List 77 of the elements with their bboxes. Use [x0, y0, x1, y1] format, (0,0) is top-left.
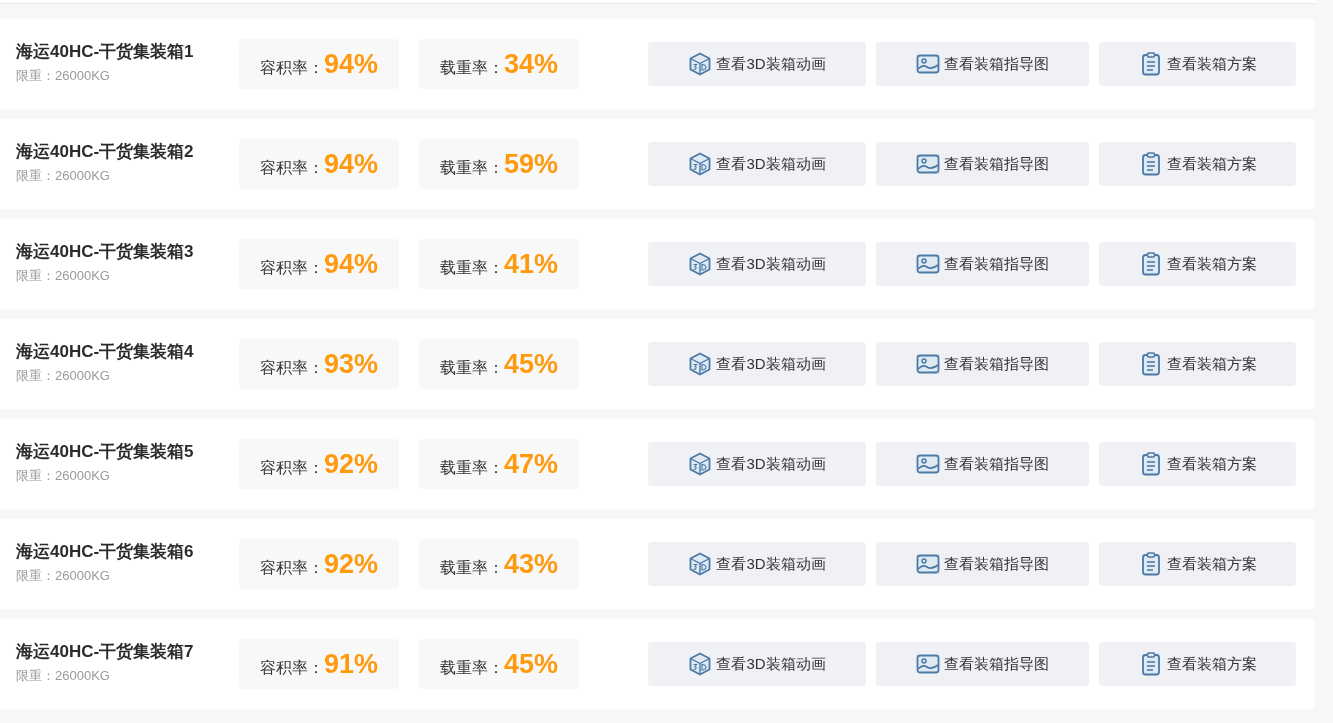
action-button[interactable]: 查看3D装箱动画 — [648, 142, 866, 186]
action-button[interactable]: 查看装箱指导图 — [876, 342, 1089, 386]
action-button[interactable]: 查看装箱指导图 — [876, 242, 1089, 286]
image-icon — [916, 52, 940, 76]
rate-label: 容积率： — [259, 158, 324, 178]
container-title: 海运40HC-干货集装箱3 — [16, 240, 194, 263]
container-title: 海运40HC-干货集装箱5 — [16, 440, 194, 463]
action-button[interactable]: 查看装箱指导图 — [876, 142, 1089, 186]
rate-label: 容积率： — [259, 458, 324, 478]
rate-label: 载重率： — [439, 58, 504, 78]
weight-limit: 限重：26000KG — [16, 466, 110, 485]
rate-value: 59% — [503, 149, 558, 180]
action-button[interactable]: 查看装箱方案 — [1099, 242, 1296, 286]
rate-value: 94% — [323, 249, 378, 280]
action-button[interactable]: 查看装箱方案 — [1099, 542, 1296, 586]
cube-icon — [688, 552, 713, 576]
action-button[interactable]: 查看3D装箱动画 — [648, 242, 866, 286]
rate-label: 载重率： — [439, 558, 504, 578]
rate-value: 94% — [323, 49, 378, 80]
rate-label: 容积率： — [259, 58, 324, 78]
action-button[interactable]: 查看装箱方案 — [1099, 442, 1296, 486]
rate-label: 容积率： — [259, 258, 324, 278]
action-button[interactable]: 查看装箱指导图 — [876, 442, 1089, 486]
image-icon — [916, 152, 940, 176]
cube-icon — [688, 252, 713, 276]
weight-limit: 限重：26000KG — [16, 366, 110, 385]
weight-limit: 限重：26000KG — [16, 666, 110, 685]
rate-label: 容积率： — [259, 358, 324, 378]
container-title: 海运40HC-干货集装箱6 — [16, 540, 194, 563]
action-button[interactable]: 查看装箱指导图 — [876, 642, 1089, 686]
rate-value: 92% — [323, 449, 378, 480]
rate-value: 92% — [323, 549, 378, 580]
action-button[interactable]: 查看装箱方案 — [1099, 142, 1296, 186]
rate-value: 93% — [323, 349, 378, 380]
cube-icon — [688, 452, 713, 476]
rate-label: 载重率： — [439, 658, 504, 678]
image-icon — [916, 252, 940, 276]
cube-icon — [688, 352, 713, 376]
rate-value: 45% — [503, 349, 558, 380]
action-button[interactable]: 查看3D装箱动画 — [648, 342, 866, 386]
rate-value: 91% — [323, 649, 378, 680]
weight-limit: 限重：26000KG — [16, 566, 110, 585]
action-button[interactable]: 查看3D装箱动画 — [648, 42, 866, 86]
container-title: 海运40HC-干货集装箱7 — [16, 640, 194, 663]
rate-label: 载重率： — [439, 358, 504, 378]
weight-limit: 限重：26000KG — [16, 166, 110, 185]
image-icon — [916, 652, 940, 676]
rate-value: 41% — [503, 249, 558, 280]
cube-icon — [688, 152, 713, 176]
action-button[interactable]: 查看装箱方案 — [1099, 342, 1296, 386]
rate-value: 94% — [323, 149, 378, 180]
action-button[interactable]: 查看3D装箱动画 — [648, 642, 866, 686]
container-title: 海运40HC-干货集装箱1 — [16, 40, 194, 63]
action-button[interactable]: 查看装箱指导图 — [876, 42, 1089, 86]
rate-value: 43% — [503, 549, 558, 580]
rate-label: 载重率： — [439, 458, 504, 478]
image-icon — [916, 452, 940, 476]
rate-label: 容积率： — [259, 658, 324, 678]
weight-limit: 限重：26000KG — [16, 266, 110, 285]
rate-value: 34% — [503, 49, 558, 80]
weight-limit: 限重：26000KG — [16, 66, 110, 85]
image-icon — [916, 352, 940, 376]
image-icon — [916, 552, 940, 576]
rate-label: 容积率： — [259, 558, 324, 578]
rate-value: 45% — [503, 649, 558, 680]
action-button[interactable]: 查看装箱指导图 — [876, 542, 1089, 586]
container-title: 海运40HC-干货集装箱4 — [16, 340, 194, 363]
rate-label: 载重率： — [439, 158, 504, 178]
rate-label: 载重率： — [439, 258, 504, 278]
rate-value: 47% — [503, 449, 558, 480]
cube-icon — [688, 652, 713, 676]
cube-icon — [688, 52, 713, 76]
action-button[interactable]: 查看3D装箱动画 — [648, 442, 866, 486]
action-button[interactable]: 查看装箱方案 — [1099, 642, 1296, 686]
container-title: 海运40HC-干货集装箱2 — [16, 140, 194, 163]
action-button[interactable]: 查看装箱方案 — [1099, 42, 1296, 86]
action-button[interactable]: 查看3D装箱动画 — [648, 542, 866, 586]
